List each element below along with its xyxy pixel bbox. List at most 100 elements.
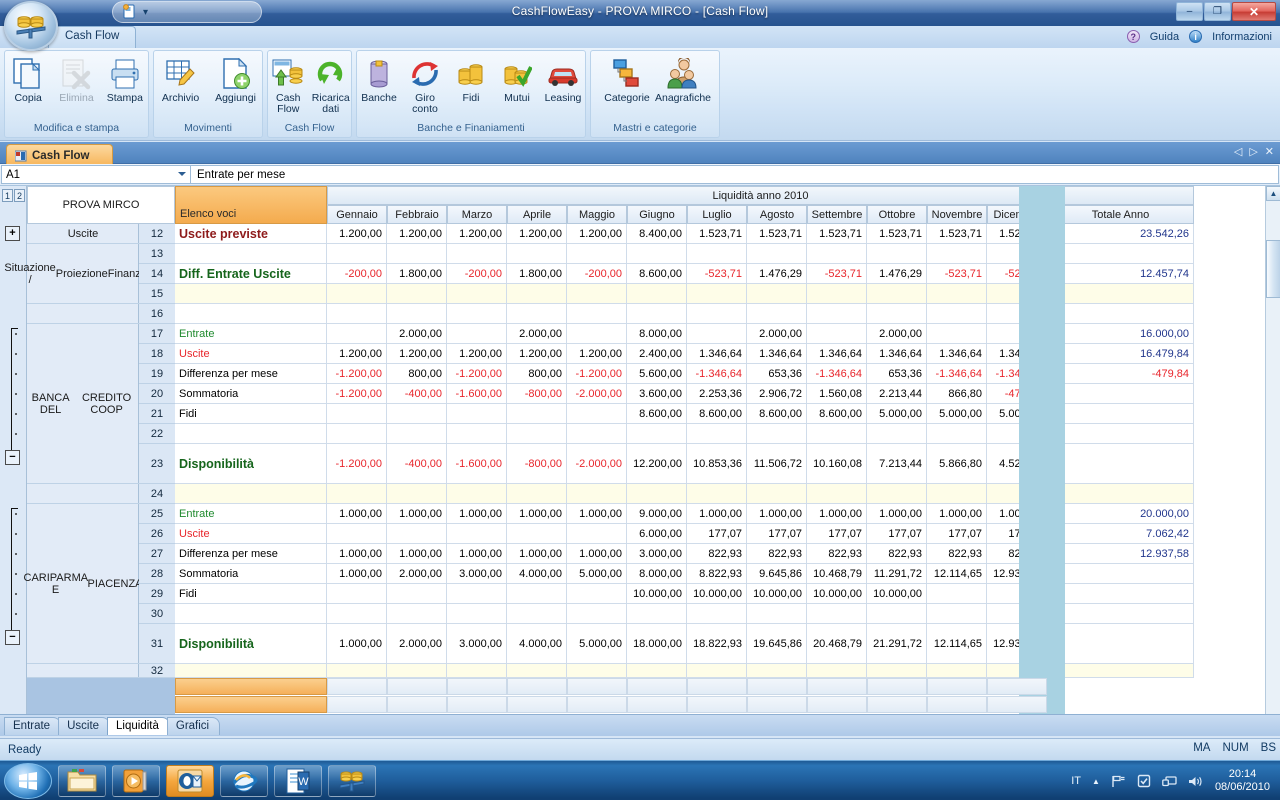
row-header-32[interactable]: 32 — [139, 664, 175, 678]
category-cell-cariparma-e-piacenza[interactable]: CARIPARMA E PIACENZA — [24, 504, 143, 664]
cell-19-aprile[interactable]: 800,00 — [507, 364, 567, 384]
close-document-icon[interactable]: ✕ — [1265, 145, 1274, 158]
quick-access-toolbar[interactable]: ▾ — [112, 1, 262, 23]
row-header-29[interactable]: 29 — [139, 584, 175, 604]
cell-25-maggio[interactable]: 1.000,00 — [567, 504, 627, 524]
row-header-25[interactable]: 25 — [139, 504, 175, 524]
cell-28-marzo[interactable]: 3.000,00 — [447, 564, 507, 584]
cell-20-febbraio[interactable]: -400,00 — [387, 384, 447, 404]
aggiungi-button[interactable]: Aggiungi — [209, 53, 262, 104]
cell-19-febbraio[interactable]: 800,00 — [387, 364, 447, 384]
cell-16-agosto[interactable] — [747, 304, 807, 324]
cell-voce-14[interactable]: Diff. Entrate Uscite — [175, 264, 327, 284]
cell-12-agosto[interactable]: 1.523,71 — [747, 224, 807, 244]
cell-30-marzo[interactable] — [447, 604, 507, 624]
cell-18-aprile[interactable]: 1.200,00 — [507, 344, 567, 364]
cell-14-marzo[interactable]: -200,00 — [447, 264, 507, 284]
cell-12-aprile[interactable]: 1.200,00 — [507, 224, 567, 244]
cell-19-novembre[interactable]: -1.346,64 — [927, 364, 987, 384]
tray-volume-icon[interactable] — [1188, 775, 1204, 788]
cell-23-maggio[interactable]: -2.000,00 — [567, 444, 627, 484]
cell-21-settembre[interactable]: 8.600,00 — [807, 404, 867, 424]
cell-24-settembre[interactable] — [807, 484, 867, 504]
taskbar-button-word[interactable]: W — [274, 764, 322, 797]
cell-17-gennaio[interactable] — [327, 324, 387, 344]
cell-22-febbraio[interactable] — [387, 424, 447, 444]
cell-19-giugno[interactable]: 5.600,00 — [627, 364, 687, 384]
cell-24-agosto[interactable] — [747, 484, 807, 504]
cell-29-giugno[interactable]: 10.000,00 — [627, 584, 687, 604]
cell-22-ottobre[interactable] — [867, 424, 927, 444]
tray-action-center-icon[interactable] — [1137, 774, 1151, 788]
mutui-button[interactable]: Mutui — [495, 53, 539, 104]
cell-24-aprile[interactable] — [507, 484, 567, 504]
row-header-13[interactable]: 13 — [139, 244, 175, 264]
column-header-maggio[interactable]: Maggio — [567, 205, 627, 224]
cell-voce-19[interactable]: Differenza per mese — [175, 364, 327, 384]
cell-31-maggio[interactable]: 5.000,00 — [567, 624, 627, 664]
cell-26-aprile[interactable] — [507, 524, 567, 544]
row-header-16[interactable]: 16 — [139, 304, 175, 324]
row-header-21[interactable]: 21 — [139, 404, 175, 424]
cell-24-totale-anno[interactable] — [1047, 484, 1194, 504]
start-button[interactable] — [4, 762, 52, 799]
cell-21-agosto[interactable]: 8.600,00 — [747, 404, 807, 424]
cell-32-gennaio[interactable] — [327, 664, 387, 678]
cell-30-gennaio[interactable] — [327, 604, 387, 624]
archivio-button[interactable]: Archivio — [154, 53, 207, 104]
cell-12-marzo[interactable]: 1.200,00 — [447, 224, 507, 244]
next-tab-icon[interactable]: ▷ — [1249, 145, 1257, 158]
cell-voce-32[interactable] — [175, 664, 327, 678]
cell-21-totale-anno[interactable] — [1047, 404, 1194, 424]
column-header-giugno[interactable]: Giugno — [627, 205, 687, 224]
cell-19-gennaio[interactable]: -1.200,00 — [327, 364, 387, 384]
cell-28-totale-anno[interactable] — [1047, 564, 1194, 584]
cell-13-gennaio[interactable] — [327, 244, 387, 264]
cell-17-ottobre[interactable]: 2.000,00 — [867, 324, 927, 344]
cell-23-marzo[interactable]: -1.600,00 — [447, 444, 507, 484]
cell-22-giugno[interactable] — [627, 424, 687, 444]
cell-13-luglio[interactable] — [687, 244, 747, 264]
cell-15-maggio[interactable] — [567, 284, 627, 304]
minimize-button[interactable]: – — [1176, 2, 1203, 21]
cell-15-giugno[interactable] — [627, 284, 687, 304]
cell-32-marzo[interactable] — [447, 664, 507, 678]
cell-24-febbraio[interactable] — [387, 484, 447, 504]
cell-20-novembre[interactable]: 866,80 — [927, 384, 987, 404]
cell-25-settembre[interactable]: 1.000,00 — [807, 504, 867, 524]
cell-23-giugno[interactable]: 12.200,00 — [627, 444, 687, 484]
tray-network-icon[interactable] — [1111, 775, 1126, 788]
cell-30-ottobre[interactable] — [867, 604, 927, 624]
qat-document-icon[interactable] — [121, 4, 137, 20]
cell-15-agosto[interactable] — [747, 284, 807, 304]
category-cell-empty-4[interactable] — [27, 484, 139, 504]
cell-30-luglio[interactable] — [687, 604, 747, 624]
row-header-26[interactable]: 26 — [139, 524, 175, 544]
cell-30-totale-anno[interactable] — [1047, 604, 1194, 624]
sheet-tab-liquidit[interactable]: Liquidità — [107, 716, 170, 735]
cell-26-totale-anno[interactable]: 7.062,42 — [1047, 524, 1194, 544]
cell-20-gennaio[interactable]: -1.200,00 — [327, 384, 387, 404]
cell-16-totale-anno[interactable] — [1047, 304, 1194, 324]
cell-16-gennaio[interactable] — [327, 304, 387, 324]
cell-28-febbraio[interactable]: 2.000,00 — [387, 564, 447, 584]
tray-language[interactable]: IT — [1071, 775, 1081, 787]
cell-voce-18[interactable]: Uscite — [175, 344, 327, 364]
cell-26-maggio[interactable] — [567, 524, 627, 544]
cell-25-marzo[interactable]: 1.000,00 — [447, 504, 507, 524]
cell-25-gennaio[interactable]: 1.000,00 — [327, 504, 387, 524]
cell-28-maggio[interactable]: 5.000,00 — [567, 564, 627, 584]
cell-31-ottobre[interactable]: 21.291,72 — [867, 624, 927, 664]
cell-23-agosto[interactable]: 11.506,72 — [747, 444, 807, 484]
cell-24-novembre[interactable] — [927, 484, 987, 504]
cell-12-novembre[interactable]: 1.523,71 — [927, 224, 987, 244]
cell-15-marzo[interactable] — [447, 284, 507, 304]
cell-22-maggio[interactable] — [567, 424, 627, 444]
cell-31-settembre[interactable]: 20.468,79 — [807, 624, 867, 664]
cell-28-ottobre[interactable]: 11.291,72 — [867, 564, 927, 584]
cell-19-settembre[interactable]: -1.346,64 — [807, 364, 867, 384]
cell-21-novembre[interactable]: 5.000,00 — [927, 404, 987, 424]
cell-15-settembre[interactable] — [807, 284, 867, 304]
cell-18-settembre[interactable]: 1.346,64 — [807, 344, 867, 364]
taskbar-button-internet-explorer[interactable] — [220, 764, 268, 797]
